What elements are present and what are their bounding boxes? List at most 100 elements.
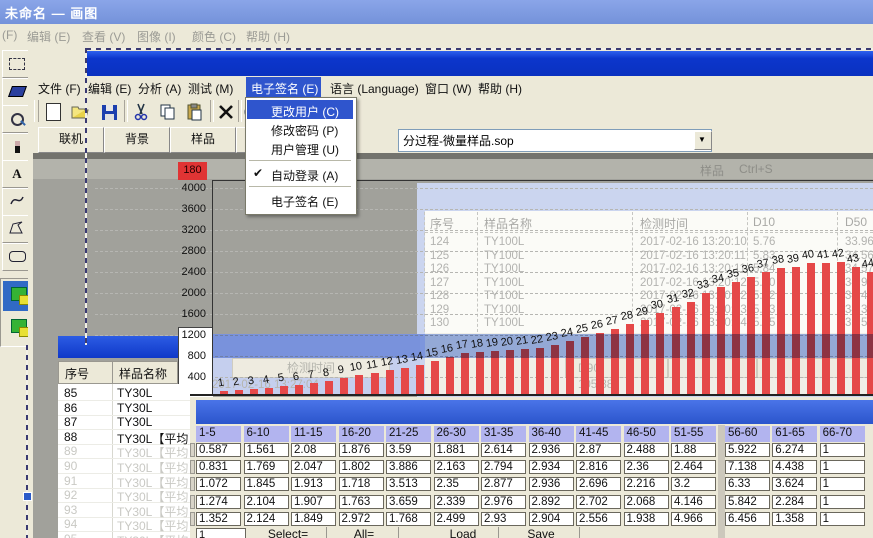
app-menu-item[interactable]: 编辑 (E) — [88, 80, 131, 97]
bottom-table-cell[interactable]: 2.936 — [529, 477, 574, 491]
bottom-table-cell[interactable]: 5.842 — [725, 495, 770, 509]
paint-menu-item[interactable]: 查看 (V) — [82, 28, 125, 45]
bottom-table-cell[interactable]: 0.831 — [196, 460, 241, 474]
app-menu-item[interactable]: 语言 (Language) — [330, 80, 419, 97]
copy-icon[interactable] — [157, 101, 179, 123]
bottom-table-cell[interactable]: 2.08 — [291, 443, 336, 457]
paste-icon[interactable] — [184, 101, 206, 123]
bottom-table-cell[interactable]: 1 — [820, 477, 865, 491]
bottom-table-cell[interactable]: 2.972 — [339, 512, 384, 526]
bottom-table-cell[interactable]: 2.284 — [772, 495, 817, 509]
bottom-table-cell[interactable]: 1.849 — [291, 512, 336, 526]
bottom-table-cell[interactable]: 2.877 — [481, 477, 526, 491]
paint-menu-item[interactable]: 颜色 (C) — [192, 28, 236, 45]
bottom-table-cell[interactable]: 2.35 — [434, 477, 479, 491]
bottom-table-cell[interactable]: 1.274 — [196, 495, 241, 509]
paint-menu-item[interactable]: (F) — [2, 28, 17, 42]
bottom-table-cell[interactable]: 4.146 — [671, 495, 716, 509]
bottom-table-cell[interactable]: 1.358 — [772, 512, 817, 526]
new-icon[interactable] — [42, 101, 64, 123]
bottom-table-cell[interactable]: 1.763 — [339, 495, 384, 509]
bottom-table-cell[interactable]: 2.163 — [434, 460, 479, 474]
row-selector[interactable] — [190, 460, 195, 474]
app-menu-item[interactable]: 窗口 (W) — [425, 80, 472, 97]
bottom-table-cell[interactable]: 3.513 — [386, 477, 431, 491]
bottom-table-cell[interactable]: 4.966 — [671, 512, 716, 526]
bottom-table-cell[interactable]: 2.047 — [291, 460, 336, 474]
save-icon[interactable] — [98, 101, 120, 123]
bottom-table-cell[interactable]: 1.769 — [244, 460, 289, 474]
bottom-table-cell[interactable]: 1.913 — [291, 477, 336, 491]
selection-handle[interactable] — [23, 492, 32, 501]
bottom-table-cell[interactable]: 1.881 — [434, 443, 479, 457]
paint-menu-item[interactable]: 编辑 (E) — [27, 28, 70, 45]
bottom-table-cell[interactable]: 1.561 — [244, 443, 289, 457]
bottom-table-cell[interactable]: 2.93 — [481, 512, 526, 526]
bottom-table-cell[interactable]: 2.976 — [481, 495, 526, 509]
bottom-table-cell[interactable]: 2.87 — [576, 443, 621, 457]
bottom-table-cell[interactable]: 1 — [820, 495, 865, 509]
app-menu-item[interactable]: 文件 (F) — [38, 80, 81, 97]
bottom-table-cell[interactable]: 2.36 — [624, 460, 669, 474]
bottom-table-cell[interactable]: 1.718 — [339, 477, 384, 491]
combo-dropdown-button[interactable]: ▼ — [694, 131, 712, 150]
app-button-背景[interactable]: 背景 — [104, 127, 170, 153]
bottom-table-cell[interactable]: 1.907 — [291, 495, 336, 509]
row-selector[interactable] — [190, 512, 195, 526]
control-button-Select=[interactable]: Select= — [250, 527, 327, 538]
bottom-table-cell[interactable]: 2.124 — [244, 512, 289, 526]
bottom-table-cell[interactable]: 2.488 — [624, 443, 669, 457]
paint-menu-item[interactable]: 帮助 (H) — [246, 28, 290, 45]
bottom-table-cell[interactable]: 3.886 — [386, 460, 431, 474]
bottom-table-cell[interactable]: 2.464 — [671, 460, 716, 474]
bottom-table-cell[interactable]: 2.614 — [481, 443, 526, 457]
bottom-table-cell[interactable]: 2.936 — [529, 443, 574, 457]
control-button-All=[interactable]: All= — [330, 527, 399, 538]
menu-item[interactable]: 自动登录 (A) — [271, 167, 338, 184]
bottom-table-cell[interactable]: 1.072 — [196, 477, 241, 491]
bottom-table-cell[interactable]: 2.068 — [624, 495, 669, 509]
bottom-table-cell[interactable]: 2.216 — [624, 477, 669, 491]
menu-item[interactable]: 用户管理 (U) — [271, 141, 339, 158]
bottom-table-cell[interactable]: 1 — [820, 443, 865, 457]
bottom-table-cell[interactable]: 2.702 — [576, 495, 621, 509]
app-menu-item[interactable]: 电子签名 (E) — [251, 80, 318, 97]
control-button-Load[interactable]: Load — [428, 527, 499, 538]
bottom-table-cell[interactable]: 2.104 — [244, 495, 289, 509]
bottom-table-cell[interactable]: 2.934 — [529, 460, 574, 474]
app-button-联机[interactable]: 联机 — [38, 127, 104, 153]
menu-item[interactable]: 修改密码 (P) — [271, 122, 338, 139]
bottom-table-cell[interactable]: 3.659 — [386, 495, 431, 509]
bottom-table-cell[interactable]: 1.845 — [244, 477, 289, 491]
app-menu-item[interactable]: 测试 (M) — [188, 80, 233, 97]
bottom-table-cell[interactable]: 6.33 — [725, 477, 770, 491]
bottom-table-cell[interactable]: 3.2 — [671, 477, 716, 491]
row-selector[interactable] — [190, 477, 195, 491]
bottom-table-cell[interactable]: 4.438 — [772, 460, 817, 474]
bottom-table-cell[interactable]: 0.587 — [196, 443, 241, 457]
bottom-table-cell[interactable]: 2.794 — [481, 460, 526, 474]
bottom-table-cell[interactable]: 1.938 — [624, 512, 669, 526]
count-input[interactable]: 1 — [196, 528, 246, 538]
paint-menu-item[interactable]: 图像 (I) — [137, 28, 176, 45]
bottom-table-cell[interactable]: 3.59 — [386, 443, 431, 457]
control-button-Save[interactable]: Save — [503, 527, 580, 538]
bottom-table-cell[interactable]: 1.802 — [339, 460, 384, 474]
bottom-table-cell[interactable]: 2.696 — [576, 477, 621, 491]
bottom-table-cell[interactable]: 6.456 — [725, 512, 770, 526]
bottom-table-cell[interactable]: 2.904 — [529, 512, 574, 526]
app-button-样品[interactable]: 样品 — [170, 127, 236, 153]
bottom-table-cell[interactable]: 7.138 — [725, 460, 770, 474]
bottom-table-cell[interactable]: 2.892 — [529, 495, 574, 509]
bottom-table-cell[interactable]: 1.768 — [386, 512, 431, 526]
row-selector[interactable] — [190, 443, 195, 457]
cut-icon[interactable] — [130, 101, 152, 123]
bottom-table-cell[interactable]: 2.499 — [434, 512, 479, 526]
menu-item[interactable]: 电子签名 (E) — [271, 193, 338, 210]
bottom-table-cell[interactable]: 3.624 — [772, 477, 817, 491]
app-menu-item[interactable]: 分析 (A) — [138, 80, 181, 97]
menu-item[interactable]: 更改用户 (C) — [271, 103, 339, 120]
bottom-table-cell[interactable]: 1.352 — [196, 512, 241, 526]
bottom-table-cell[interactable]: 1 — [820, 512, 865, 526]
bottom-table-cell[interactable]: 1 — [820, 460, 865, 474]
